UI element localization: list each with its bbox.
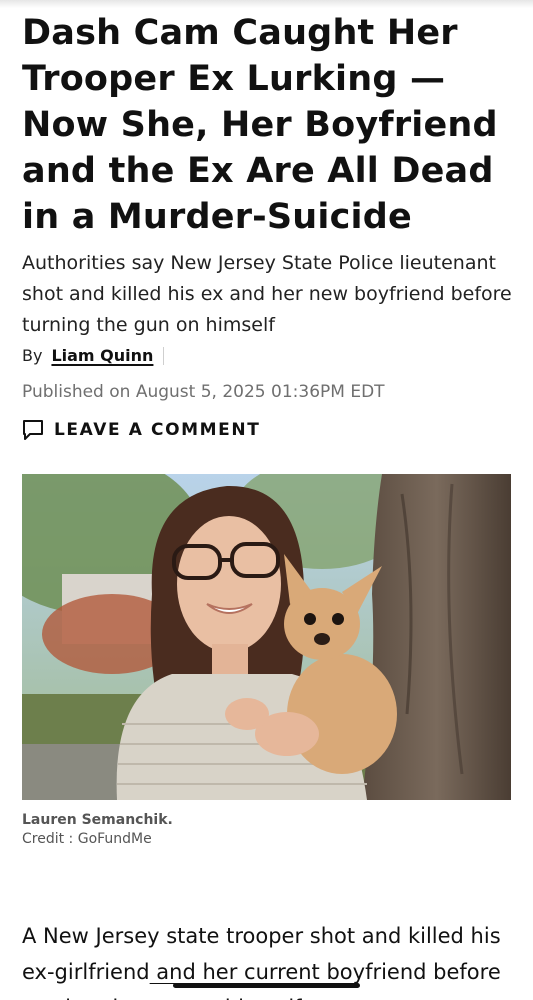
top-bar-shadow: [0, 0, 533, 8]
body-inline-link[interactable]: and her current: [150, 960, 319, 984]
published-date: Published on August 5, 2025 01:36PM EDT: [22, 382, 385, 402]
byline-divider: [163, 347, 165, 365]
byline: By Liam Quinn: [22, 344, 165, 368]
article-photo: [22, 474, 511, 800]
article-subheadline: Authorities say New Jersey State Police …: [22, 252, 512, 336]
leave-comment-button[interactable]: LEAVE A COMMENT: [22, 417, 260, 443]
photo-caption-name: Lauren Semanchik.: [22, 812, 173, 828]
home-indicator: [173, 983, 360, 988]
photo-caption-credit: Credit : GoFundMe: [22, 831, 152, 847]
speech-bubble-icon: [22, 419, 44, 441]
leave-comment-label: LEAVE A COMMENT: [54, 420, 261, 440]
author-link[interactable]: Liam Quinn: [51, 344, 153, 368]
article-headline: Dash Cam Caught Her Trooper Ex Lurking —…: [22, 13, 498, 237]
byline-prefix: By: [22, 346, 43, 365]
